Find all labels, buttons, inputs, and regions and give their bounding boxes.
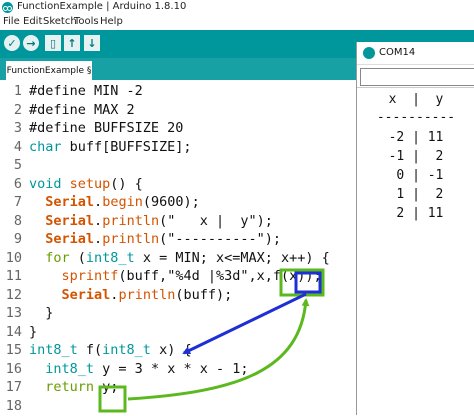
blue-highlight-box-x xyxy=(294,271,322,294)
green-arrow xyxy=(127,298,310,401)
green-highlight-box-return-y xyxy=(98,385,127,413)
blue-arrow xyxy=(182,292,307,355)
annotation-overlay xyxy=(98,268,325,413)
